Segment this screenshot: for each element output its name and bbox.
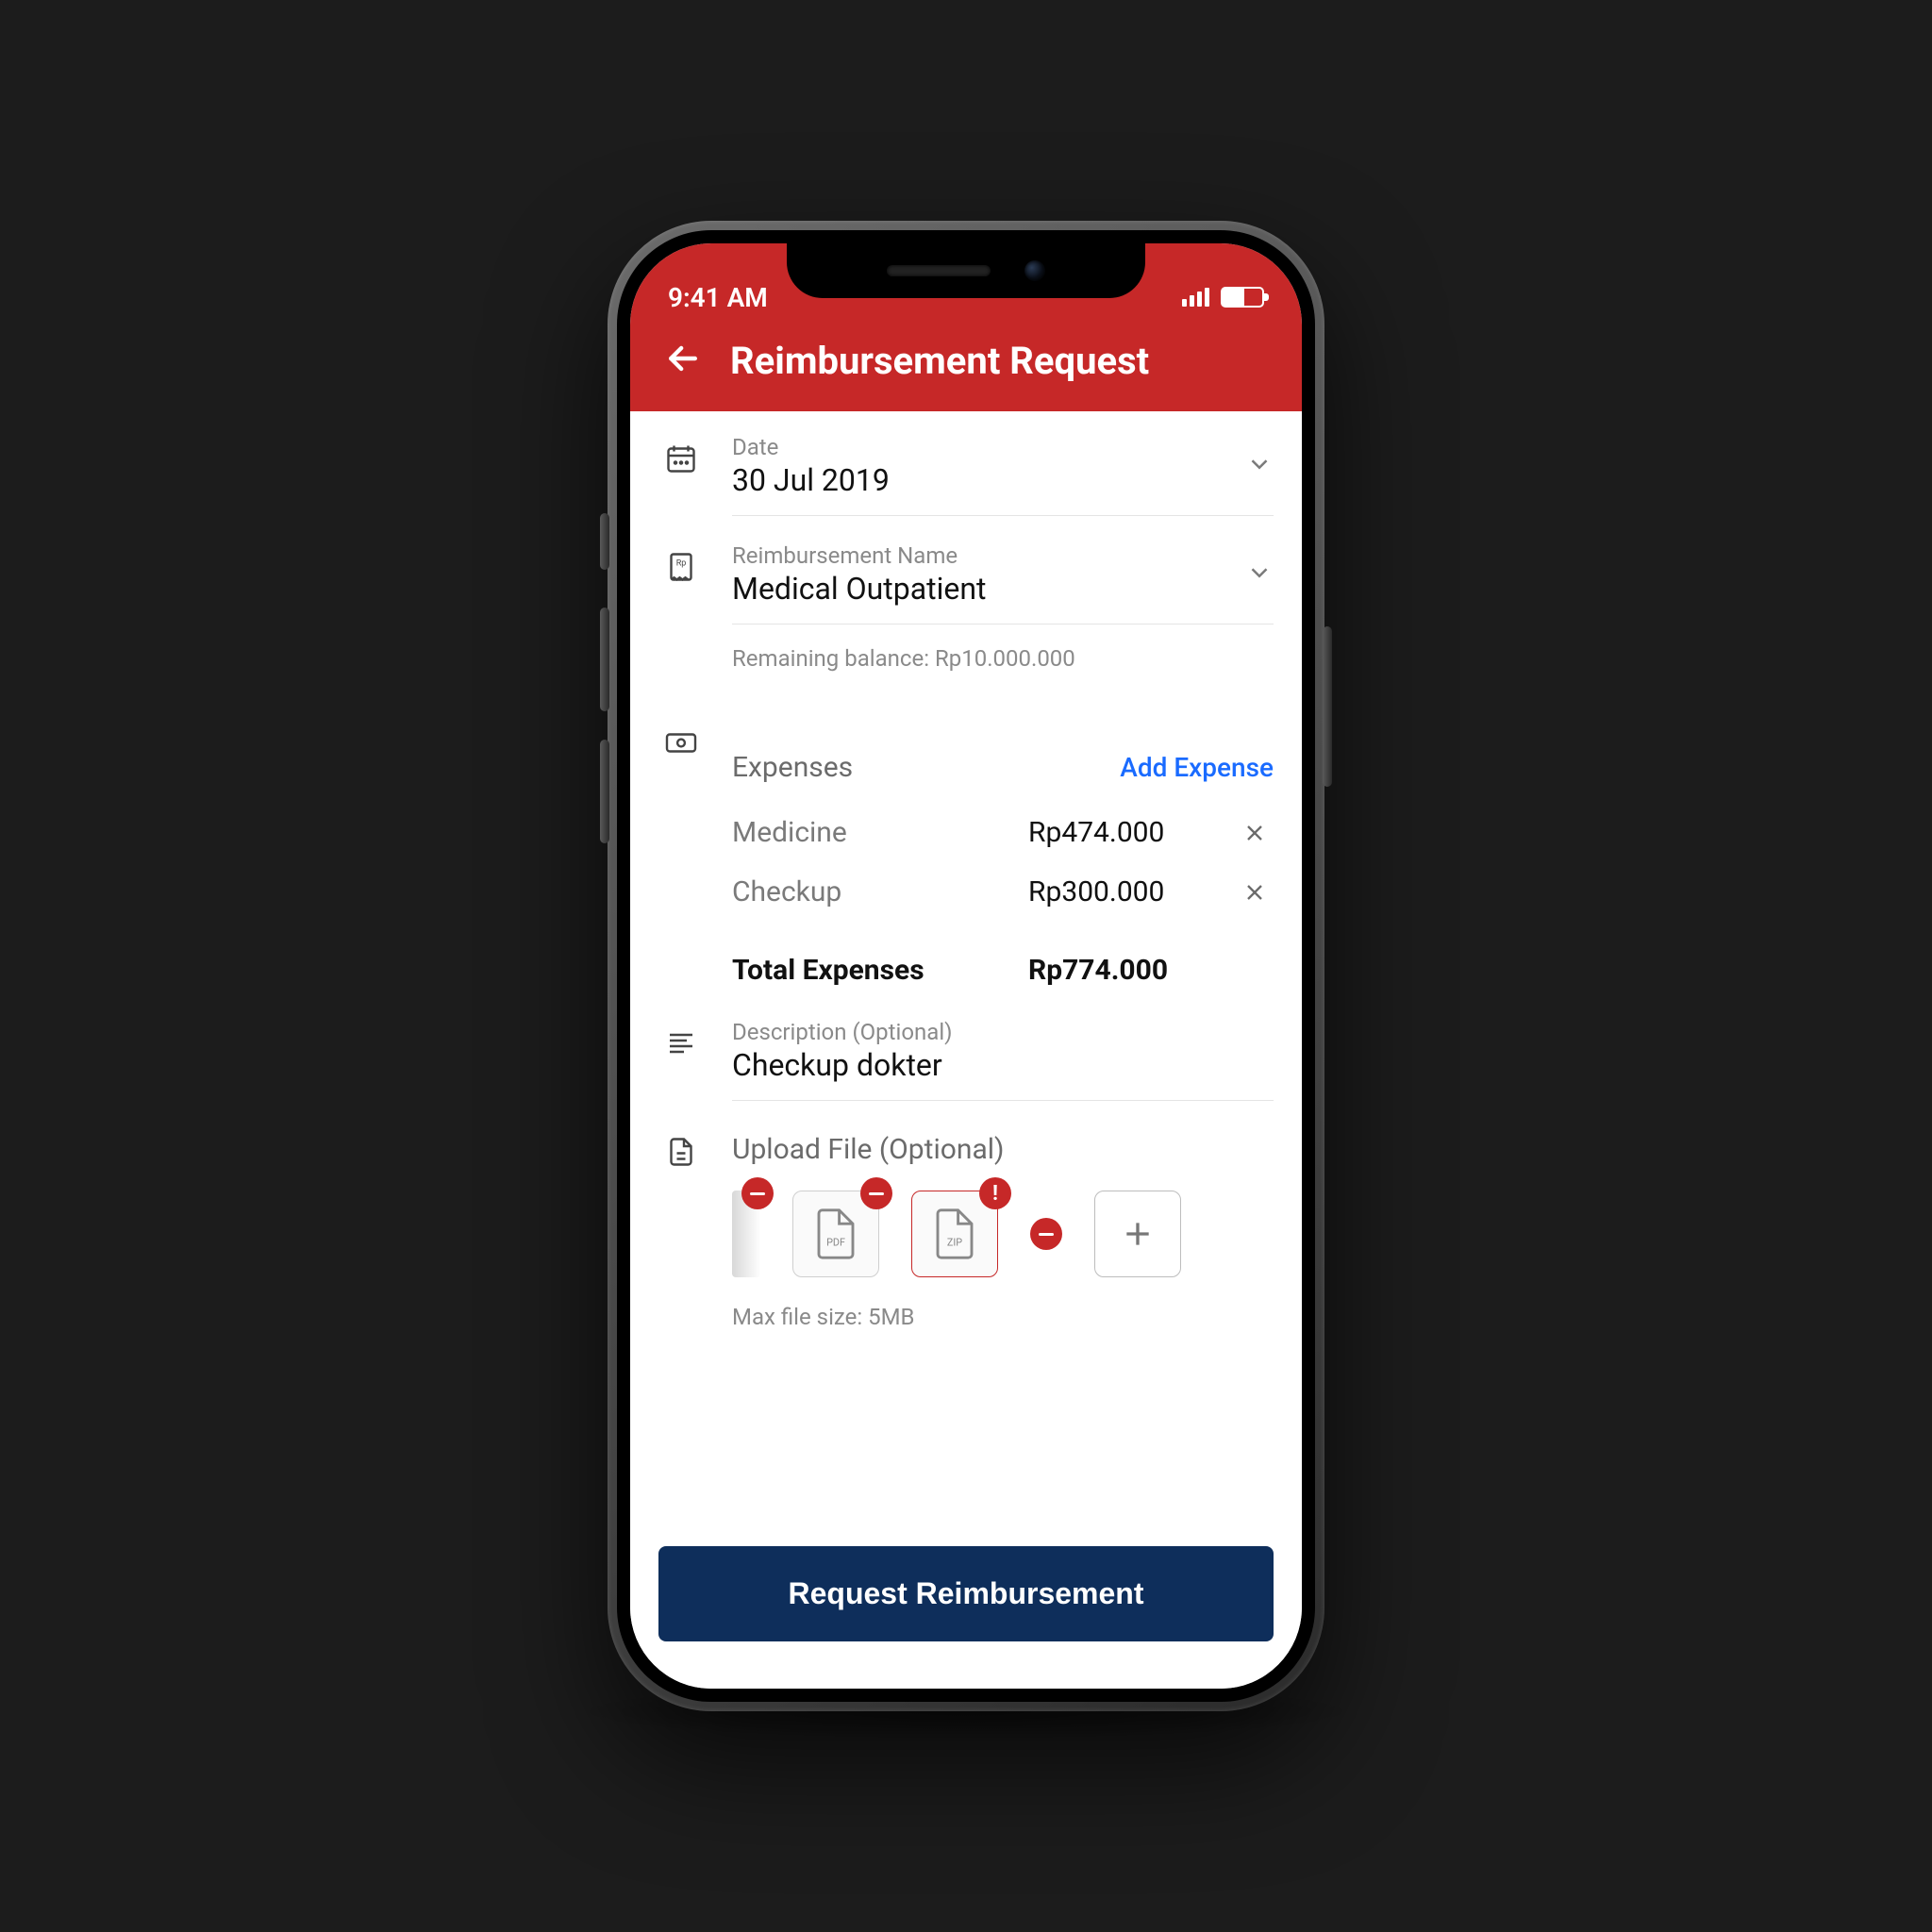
chevron-down-icon	[1245, 450, 1274, 482]
description-icon	[658, 1019, 704, 1105]
svg-text:ZIP: ZIP	[947, 1237, 962, 1249]
total-row: Total Expenses Rp774.000	[732, 922, 1274, 996]
remove-expense-button[interactable]	[1236, 820, 1274, 846]
expense-name: Checkup	[732, 875, 1028, 908]
date-picker[interactable]: Date 30 Jul 2019	[732, 434, 1274, 516]
remove-file-button[interactable]	[1030, 1218, 1062, 1250]
calendar-icon	[658, 434, 704, 520]
back-button[interactable]	[662, 338, 704, 383]
phone-frame: 9:41 AM	[608, 221, 1324, 1711]
reimbursement-label: Reimbursement Name	[732, 542, 1245, 569]
description-value: Checkup dokter	[732, 1047, 1274, 1083]
upload-item[interactable]: ZIP	[911, 1191, 998, 1277]
content-scroll[interactable]: Date 30 Jul 2019 Rp	[630, 411, 1302, 1508]
status-time: 9:41 AM	[668, 282, 768, 313]
upload-item-removable[interactable]	[1030, 1218, 1062, 1250]
remaining-balance: Remaining balance: Rp10.000.000	[732, 628, 1274, 694]
expenses-title: Expenses	[732, 751, 853, 784]
description-label: Description (Optional)	[732, 1019, 1274, 1045]
receipt-icon: Rp	[658, 542, 704, 694]
expenses-section: Expenses Add Expense Medicine Rp474.000 …	[658, 694, 1274, 996]
expense-row: Medicine Rp474.000	[732, 803, 1274, 862]
reimbursement-value: Medical Outpatient	[732, 571, 1245, 607]
footer: Request Reimbursement	[630, 1508, 1302, 1689]
expense-amount: Rp300.000	[1028, 875, 1236, 908]
file-error-icon	[979, 1177, 1011, 1209]
reimbursement-section: Rp Reimbursement Name Medical Outpatient	[658, 520, 1274, 694]
power-button	[1323, 626, 1332, 787]
total-label: Total Expenses	[732, 954, 1028, 987]
total-value: Rp774.000	[1028, 954, 1236, 987]
submit-button[interactable]: Request Reimbursement	[658, 1546, 1274, 1641]
money-icon	[658, 717, 704, 996]
remove-file-button[interactable]	[860, 1177, 892, 1209]
volume-up	[600, 608, 609, 711]
signal-icon	[1182, 288, 1209, 307]
mute-switch	[600, 513, 609, 570]
svg-text:PDF: PDF	[826, 1237, 845, 1249]
expense-name: Medicine	[732, 816, 1028, 849]
chevron-down-icon	[1245, 558, 1274, 591]
date-value: 30 Jul 2019	[732, 462, 1245, 498]
date-label: Date	[732, 434, 1245, 460]
add-file-button[interactable]	[1094, 1191, 1181, 1277]
upload-item[interactable]: PDF	[792, 1191, 879, 1277]
file-icon	[658, 1127, 704, 1330]
remove-file-button[interactable]	[741, 1177, 774, 1209]
file-size-note: Max file size: 5MB	[732, 1289, 1274, 1330]
remove-expense-button[interactable]	[1236, 879, 1274, 906]
upload-section: Upload File (Optional) PDF	[658, 1105, 1274, 1330]
description-section: Description (Optional) Checkup dokter	[658, 996, 1274, 1105]
description-field[interactable]: Description (Optional) Checkup dokter	[732, 1019, 1274, 1101]
upload-item[interactable]	[732, 1191, 760, 1277]
date-section: Date 30 Jul 2019	[658, 411, 1274, 520]
expense-row: Checkup Rp300.000	[732, 862, 1274, 922]
reimbursement-picker[interactable]: Reimbursement Name Medical Outpatient	[732, 542, 1274, 625]
volume-down	[600, 740, 609, 843]
battery-icon	[1221, 287, 1264, 308]
expense-amount: Rp474.000	[1028, 816, 1236, 849]
add-expense-button[interactable]: Add Expense	[1120, 752, 1274, 783]
device-notch	[787, 243, 1145, 298]
svg-text:Rp: Rp	[676, 559, 687, 569]
page-title: Reimbursement Request	[730, 339, 1149, 383]
